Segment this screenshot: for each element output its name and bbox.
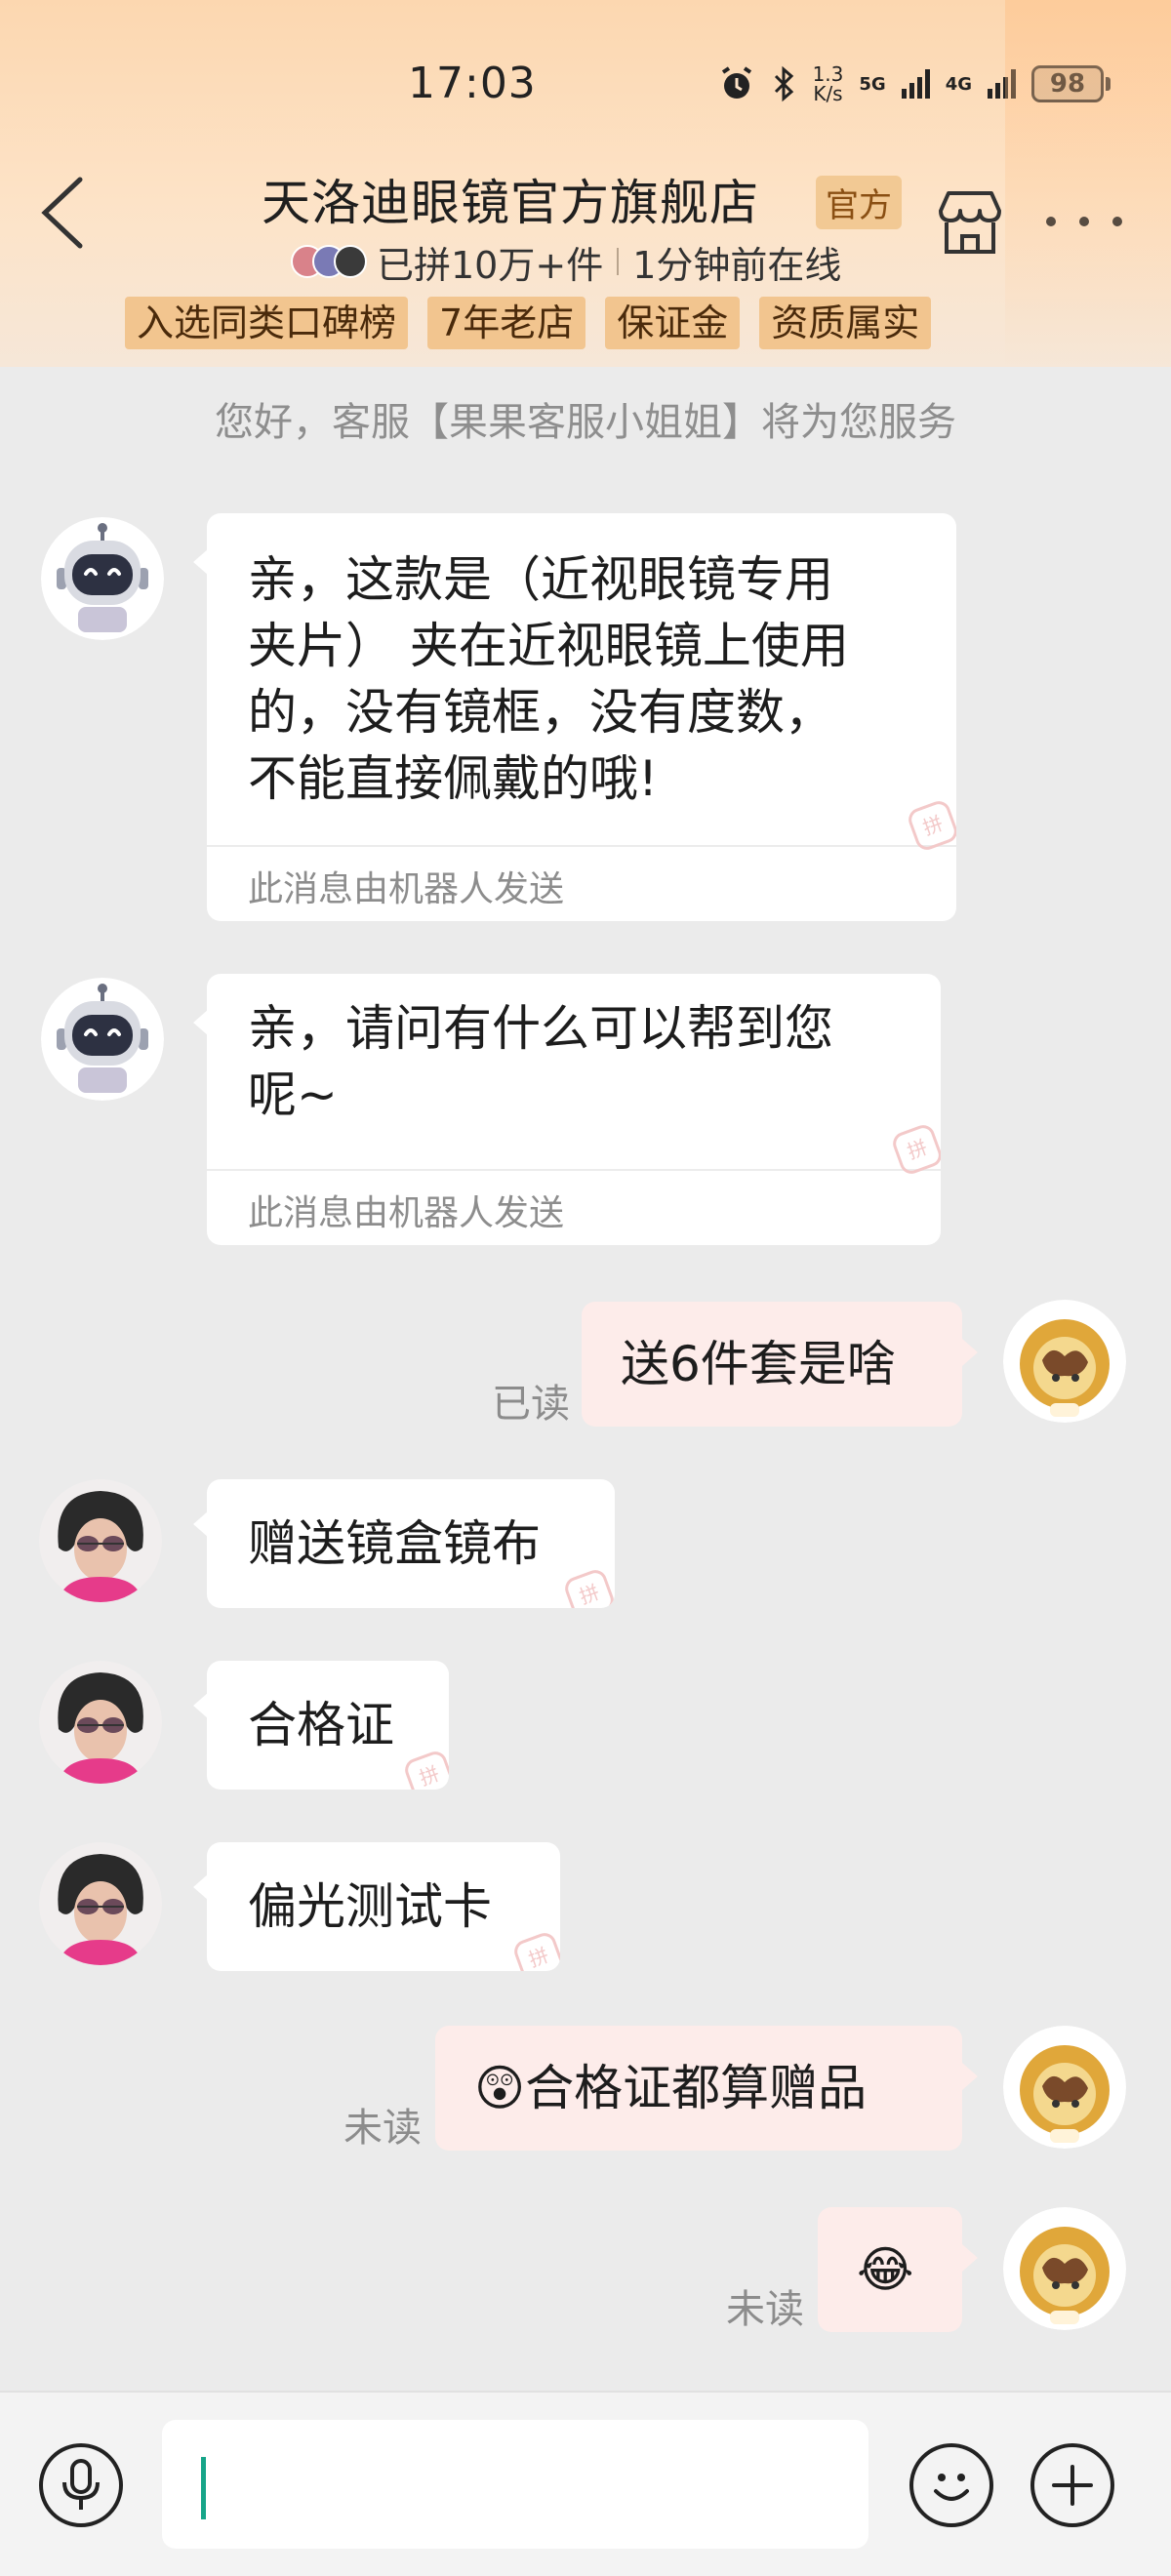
message-input[interactable] — [162, 2420, 868, 2549]
badge-reputation[interactable]: 入选同类口碑榜 — [125, 297, 409, 349]
message-bubble-agent[interactable]: 赠送镜盒镜布 拼 — [207, 1479, 615, 1608]
read-status: 已读 — [492, 1382, 570, 1427]
shocked-face-emoji-icon: 😲 — [474, 2060, 526, 2116]
alarm-icon — [721, 66, 751, 99]
agent-avatar[interactable] — [39, 1842, 162, 1965]
battery-level: 98 — [1031, 65, 1104, 102]
agent-avatar[interactable] — [39, 1479, 162, 1602]
text-caret — [201, 2457, 206, 2519]
smiley-icon[interactable] — [909, 2443, 993, 2527]
badge-verified[interactable]: 资质属实 — [759, 297, 932, 349]
official-tag: 官方 — [816, 176, 902, 229]
bot-sent-note: 此消息由机器人发送 — [207, 845, 956, 919]
user-avatar[interactable] — [1003, 2026, 1126, 2149]
status-time: 17:03 — [408, 59, 537, 108]
message-bubble-mine[interactable]: 😲合格证都算赠品 — [435, 2026, 962, 2151]
badge-years[interactable]: 7年老店 — [427, 297, 586, 349]
plus-icon[interactable] — [1030, 2443, 1114, 2527]
buyer-avatars — [291, 245, 367, 278]
net-4g-label: 4G — [945, 73, 972, 95]
sold-count: 已拼10万+件 — [377, 243, 604, 287]
signal-4g-icon — [988, 69, 1016, 99]
unread-status: 未读 — [726, 2287, 804, 2332]
message-bubble-mine[interactable]: 😂 — [818, 2207, 962, 2332]
store-icon[interactable] — [933, 185, 1007, 260]
chevron-left-icon[interactable] — [35, 174, 94, 252]
message-bubble-mine[interactable]: 送6件套是啥 — [582, 1302, 962, 1427]
unread-status: 未读 — [343, 2106, 422, 2151]
user-avatar[interactable] — [1003, 1300, 1126, 1423]
bot-sent-note: 此消息由机器人发送 — [207, 1169, 941, 1243]
laughing-tears-emoji-icon: 😂 — [857, 2241, 914, 2298]
agent-avatar[interactable] — [39, 1661, 162, 1784]
user-avatar[interactable] — [1003, 2207, 1126, 2330]
battery-icon: 98 — [1031, 65, 1110, 102]
message-bubble-bot[interactable]: 亲，这款是（近视眼镜专用 夹片） 夹在近视眼镜上使用 的，没有镜框，没有度数， … — [207, 513, 956, 921]
chat-header: 17:03 1.3 K/s 5G 4G 98 天洛迪眼镜官方旗舰店 官方 已拼1… — [0, 0, 1171, 367]
bluetooth-icon — [774, 65, 793, 102]
shop-badges: 入选同类口碑榜 7年老店 保证金 资质属实 — [125, 297, 932, 349]
shop-meta: 已拼10万+件 1分钟前在线 — [291, 238, 841, 287]
message-input-bar — [0, 2391, 1171, 2576]
status-icons: 1.3 K/s 5G 4G 98 — [717, 60, 1110, 107]
bot-avatar[interactable] — [41, 517, 164, 640]
signal-5g-icon — [901, 69, 930, 99]
service-notice: 您好，客服【果果客服小姐姐】将为您服务 — [215, 400, 956, 445]
microphone-icon[interactable] — [39, 2443, 123, 2527]
message-bubble-agent[interactable]: 偏光测试卡 拼 — [207, 1842, 560, 1971]
badge-deposit[interactable]: 保证金 — [605, 297, 741, 349]
network-speed: 1.3 K/s — [812, 62, 844, 105]
message-bubble-bot[interactable]: 亲，请问有什么可以帮到您 呢~ 此消息由机器人发送 拼 — [207, 974, 941, 1245]
bot-avatar[interactable] — [41, 978, 164, 1101]
message-bubble-agent[interactable]: 合格证 拼 — [207, 1661, 449, 1790]
online-status: 1分钟前在线 — [632, 243, 842, 287]
shop-name[interactable]: 天洛迪眼镜官方旗舰店 — [262, 164, 759, 234]
net-5g-label: 5G — [859, 73, 886, 95]
more-dots-icon[interactable] — [1046, 207, 1122, 236]
